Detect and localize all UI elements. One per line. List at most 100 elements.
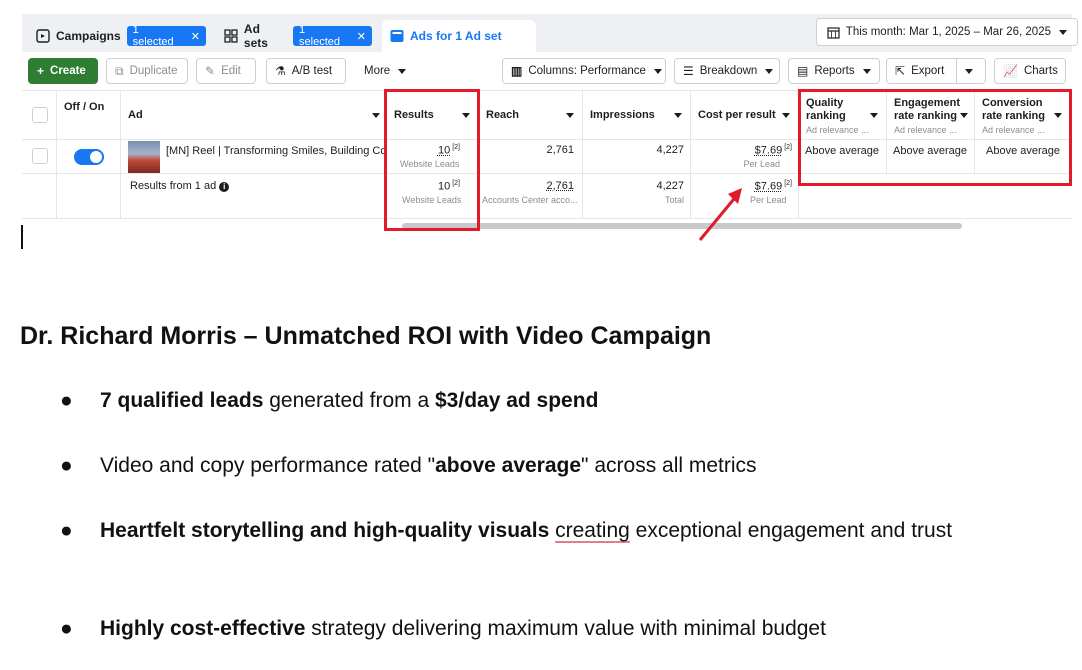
row-checkbox[interactable] [32, 148, 48, 164]
duplicate-button[interactable]: ⧉ Duplicate [106, 58, 188, 84]
horizontal-scrollbar[interactable] [402, 223, 962, 229]
summary-cost-value: $7.69 [754, 180, 783, 193]
charts-label: Charts [1023, 65, 1058, 77]
header-ad-label: Ad [128, 109, 143, 121]
columns-icon: ▥ [511, 64, 523, 78]
export-label: Export [911, 65, 945, 77]
campaigns-selected-badge[interactable]: 1 selected ✕ [126, 24, 206, 48]
more-label: More [364, 65, 391, 77]
campaigns-badge-text: 1 selected [132, 24, 174, 48]
export-icon: ⇱ [895, 64, 906, 78]
row-impressions: 4,227 [656, 144, 684, 156]
tab-bar: Campaigns 1 selected ✕ Ad sets 1 selected… [22, 14, 1078, 52]
reports-button[interactable]: ▤ Reports [788, 58, 880, 84]
bullet-dot: ● [60, 389, 73, 412]
summary-reach-type: Accounts Center acco... [482, 195, 578, 205]
ad-on-off-toggle[interactable] [74, 149, 104, 165]
duplicate-icon: ⧉ [115, 63, 124, 78]
breakdown-button[interactable]: ☰ Breakdown [674, 58, 780, 84]
close-icon[interactable]: ✕ [357, 30, 366, 43]
chevron-down-icon [765, 68, 774, 74]
header-ad[interactable]: Ad [122, 91, 384, 139]
export-button[interactable]: ⇱ Export [886, 58, 986, 84]
ab-test-button[interactable]: ⚗ A/B test [266, 58, 346, 84]
bullet-bold: above average [435, 454, 582, 477]
calendar-icon [827, 26, 840, 39]
summary-label: Results from 1 ad i [130, 180, 380, 192]
bullet-bold: $3/day ad spend [435, 389, 599, 412]
text-cursor [21, 225, 23, 249]
header-reach-label: Reach [486, 109, 520, 121]
ad-sets-grid-icon [224, 29, 238, 43]
tab-ad-sets[interactable]: Ad sets 1 selected ✕ [216, 20, 373, 52]
ad-sets-badge-text: 1 selected [299, 24, 341, 48]
ads-icon [390, 30, 404, 42]
bullet-dot: ● [60, 519, 73, 542]
bullet-bold: Highly cost-effective [100, 617, 306, 640]
header-reach[interactable]: Reach [480, 91, 580, 139]
ad-thumbnail [128, 141, 160, 173]
bullet-plain: strategy delivering maximum value with m… [305, 617, 826, 640]
date-range-text: This month: Mar 1, 2025 – Mar 26, 2025 [845, 26, 1051, 38]
bullet-plain: generated from a [263, 389, 435, 412]
spellcheck-word[interactable]: creating [555, 519, 630, 542]
sort-caret-icon [674, 113, 682, 118]
row-cost-footnote: [2] [784, 144, 792, 151]
bullet-dot: ● [60, 454, 73, 477]
breakdown-icon: ☰ [683, 64, 694, 78]
toolbar: + Create ⧉ Duplicate ✎ Edit ⚗ A/B test More … [22, 56, 1072, 88]
header-cost-per-result[interactable]: Cost per result [692, 91, 796, 139]
reports-icon: ▤ [797, 64, 809, 78]
info-icon[interactable]: i [219, 182, 230, 192]
columns-label: Columns: Performance [528, 65, 646, 77]
summary-reach[interactable]: 2,761 [480, 180, 574, 192]
bullet-text: Highly cost-effective strategy deliverin… [100, 612, 1050, 645]
chart-icon: 📈 [1003, 64, 1018, 78]
sort-caret-icon [372, 113, 380, 118]
summary-impressions: 4,227 [656, 180, 684, 192]
bullet-dot: ● [60, 617, 73, 640]
select-all-checkbox[interactable] [32, 107, 48, 123]
pencil-icon: ✎ [205, 64, 216, 78]
edit-button[interactable]: ✎ Edit [196, 58, 256, 84]
bullet-plain: Video and copy performance rated " [100, 454, 436, 477]
tab-campaigns-label: Campaigns [55, 29, 121, 43]
duplicate-label: Duplicate [129, 65, 178, 77]
close-icon[interactable]: ✕ [191, 30, 200, 43]
create-button[interactable]: + Create [28, 58, 98, 84]
bullet-plain: exceptional engagement and trust [629, 519, 953, 542]
row-cost-value: $7.69 [754, 144, 783, 157]
chevron-down-icon[interactable] [965, 68, 974, 74]
rankings-highlight-box [798, 89, 1072, 186]
chevron-down-icon [862, 68, 871, 74]
ad-name-link[interactable]: [MN] Reel | Transforming Smiles, Buildin… [166, 145, 384, 157]
edit-label: Edit [221, 65, 241, 77]
results-highlight-box [384, 89, 480, 231]
header-off-on[interactable]: Off / On [58, 91, 118, 139]
summary-impressions-type: Total [664, 195, 684, 205]
tab-ads[interactable]: Ads for 1 Ad set [382, 20, 536, 52]
charts-button[interactable]: 📈 Charts [994, 58, 1066, 84]
header-impressions[interactable]: Impressions [584, 91, 688, 139]
summary-cost-type: Per Lead [750, 195, 787, 205]
header-cost-label: Cost per result [698, 109, 776, 121]
bullet-text: Heartfelt storytelling and high-quality … [100, 514, 1050, 547]
arrow-annotation-icon [698, 188, 742, 241]
bullet-bold: 7 qualified leads [100, 389, 264, 412]
header-impressions-label: Impressions [590, 109, 655, 121]
ad-sets-selected-badge[interactable]: 1 selected ✕ [293, 24, 373, 48]
page-title: Dr. Richard Morris – Unmatched ROI with … [20, 322, 712, 350]
tab-campaigns[interactable]: Campaigns 1 selected ✕ [28, 20, 206, 52]
row-cost-type: Per Lead [743, 159, 780, 169]
summary-cost-footnote: [2] [784, 180, 792, 187]
columns-button[interactable]: ▥ Columns: Performance [502, 58, 666, 84]
chevron-down-icon [1059, 29, 1067, 35]
ab-test-label: A/B test [291, 65, 333, 77]
plus-icon: + [37, 64, 45, 78]
row-cost[interactable]: $7.69 [2] [692, 144, 792, 157]
campaign-icon [36, 29, 50, 43]
summary-label-text: Results from 1 ad [130, 180, 217, 192]
more-button[interactable]: More [356, 58, 416, 84]
date-range-picker[interactable]: This month: Mar 1, 2025 – Mar 26, 2025 [815, 18, 1078, 46]
row-reach: 2,761 [546, 144, 574, 156]
